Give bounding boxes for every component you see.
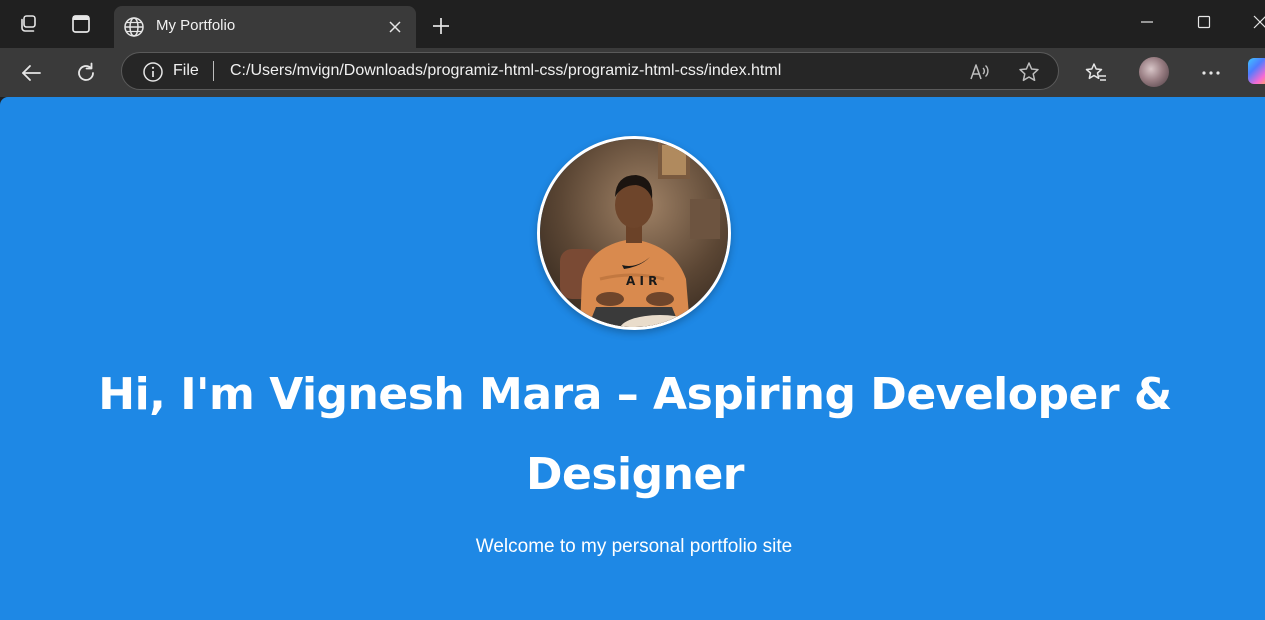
tab-close-button[interactable]: [384, 16, 406, 38]
profile-photo: A I R: [537, 136, 731, 330]
tab-strip: My Portfolio: [0, 0, 1265, 48]
refresh-icon: [78, 62, 94, 81]
page-title: Hi, I'm Vignesh Mara – Aspiring Develope…: [98, 369, 1172, 500]
new-tab-button[interactable]: [425, 10, 457, 42]
maximize-icon: [1197, 15, 1211, 29]
toolbar: File C:/Users/mvign/Downloads/programiz-…: [0, 48, 1265, 97]
read-aloud-icon[interactable]: [969, 61, 991, 83]
page-viewport: A I R Hi, I'm Vignesh Mara – Aspiring De…: [0, 97, 1265, 620]
back-button[interactable]: [13, 55, 49, 91]
tab-title: My Portfolio: [156, 17, 236, 34]
info-icon[interactable]: [142, 61, 164, 83]
favorites-button[interactable]: [1078, 55, 1114, 91]
browser-window: My Portfolio File C:/Users/mvign/Downloa…: [0, 0, 1265, 620]
address-separator: [213, 61, 214, 81]
window-close-icon: [1253, 15, 1265, 29]
page-subtitle: Welcome to my personal portfolio site: [475, 536, 793, 557]
minimize-button[interactable]: [1119, 0, 1175, 44]
address-bar[interactable]: File C:/Users/mvign/Downloads/programiz-…: [121, 52, 1059, 90]
workspaces-icon: [17, 13, 39, 40]
more-icon: [1202, 71, 1220, 75]
svg-text:A I R: A I R: [626, 274, 657, 288]
back-icon: [22, 65, 41, 81]
url-text[interactable]: C:/Users/mvign/Downloads/programiz-html-…: [230, 62, 781, 80]
refresh-button[interactable]: [68, 55, 104, 91]
tab-actions-button[interactable]: [61, 8, 101, 44]
profile-avatar[interactable]: [1139, 57, 1169, 87]
workspaces-button[interactable]: [8, 8, 48, 44]
site-scheme-label[interactable]: File: [173, 62, 199, 80]
plus-icon: [433, 18, 449, 34]
more-button[interactable]: [1193, 55, 1229, 91]
window-close-button[interactable]: [1232, 0, 1265, 44]
globe-icon: [123, 16, 145, 38]
copilot-icon[interactable]: [1248, 58, 1265, 84]
minimize-icon: [1141, 21, 1153, 23]
star-icon[interactable]: [1018, 61, 1040, 83]
favorites-icon: [1085, 63, 1106, 81]
maximize-button[interactable]: [1176, 0, 1232, 44]
active-tab[interactable]: My Portfolio: [114, 6, 416, 48]
close-icon: [389, 21, 401, 33]
tab-actions-icon: [70, 13, 92, 40]
